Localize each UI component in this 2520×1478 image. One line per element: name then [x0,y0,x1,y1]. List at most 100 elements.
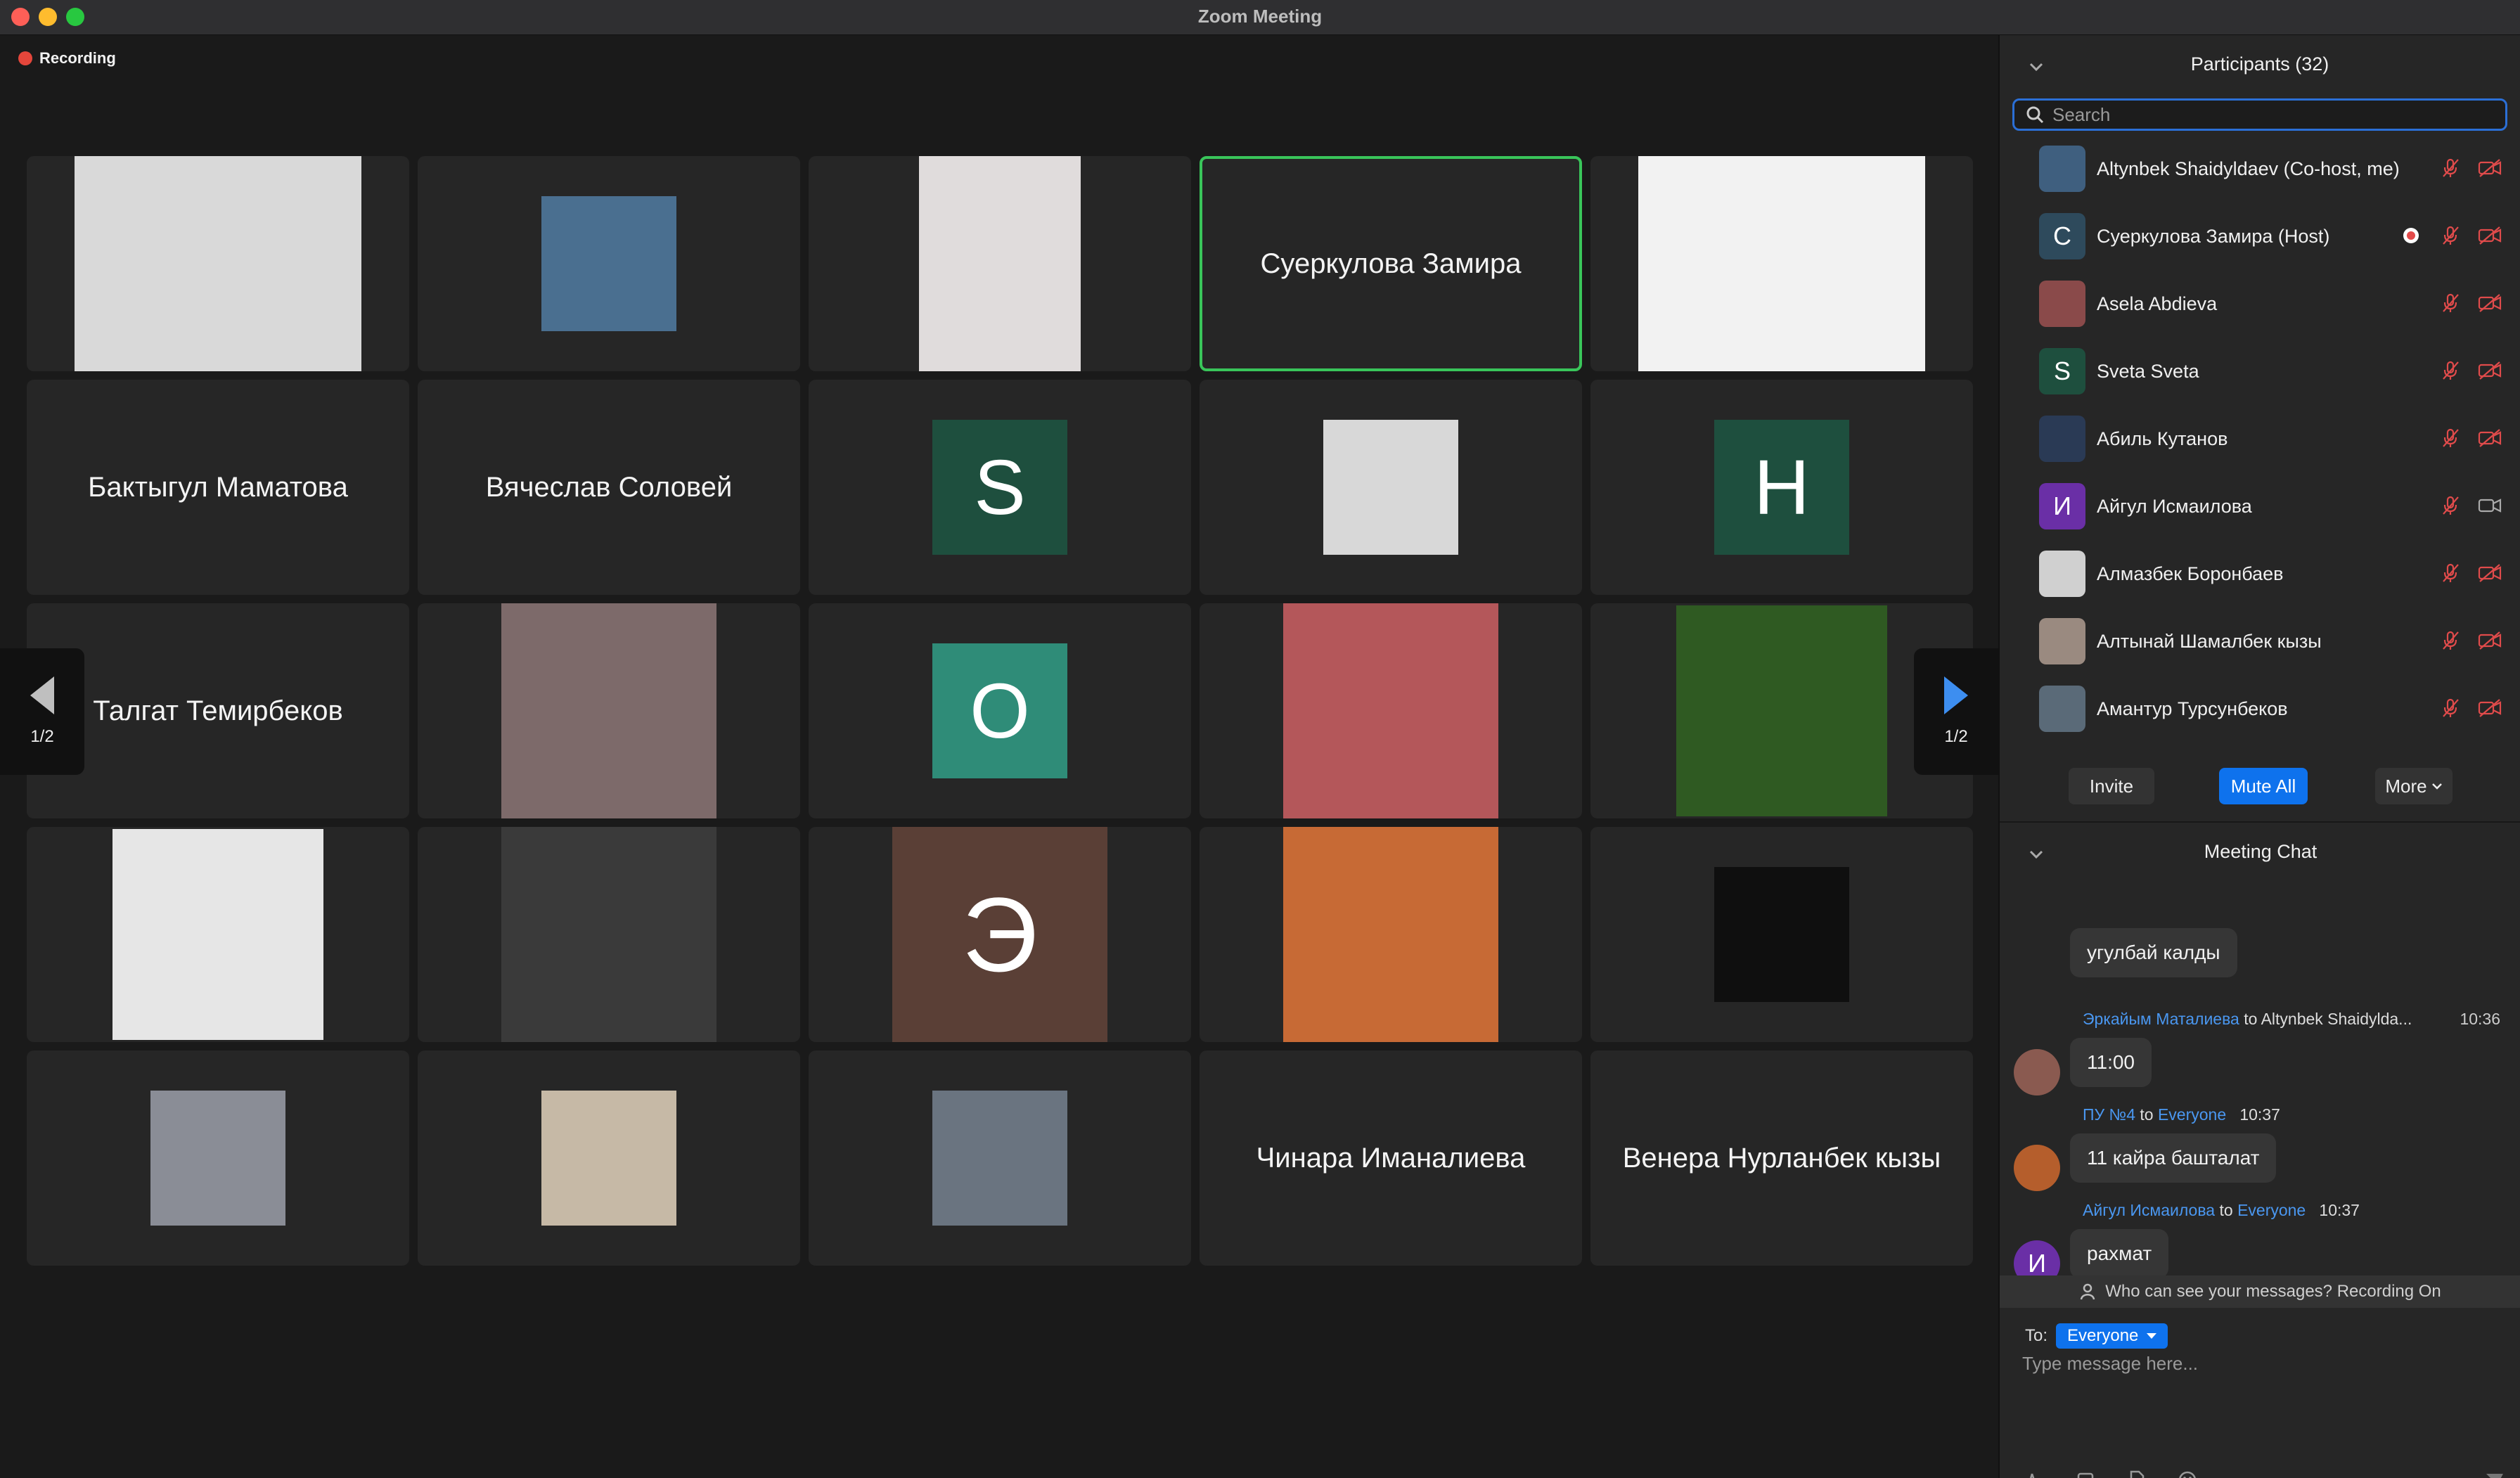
video-tile[interactable] [809,1050,1191,1266]
participant-initial-avatar: Э [892,827,1107,1042]
participant-initial-avatar: H [1714,420,1849,555]
video-tile[interactable] [1200,603,1582,818]
participants-header: Participants (32) [2000,35,2520,93]
mic-muted-icon[interactable] [2440,428,2461,449]
format-icon[interactable] [2025,1470,2046,1478]
camera-off-icon[interactable] [2478,226,2502,245]
participant-name: Altynbek Shaidyldaev (Co-host, me) [2097,158,2400,179]
video-tile[interactable] [809,156,1191,371]
chat-message-meta: Айгул Исмаилова to Everyone 10:37 [2083,1201,2360,1220]
camera-icon[interactable] [2478,496,2502,515]
video-tile[interactable] [1590,827,1973,1042]
video-tile[interactable]: Чинара Иманалиева [1200,1050,1582,1266]
video-tile[interactable]: Э [809,827,1191,1042]
chat-visibility-notice[interactable]: Who can see your messages? Recording On [2000,1275,2520,1308]
next-page-button[interactable]: 1/2 [1914,648,1998,775]
file-icon[interactable] [2126,1470,2147,1478]
participant-name-label: Чинара Иманалиева [1256,1142,1526,1174]
video-tile[interactable]: O [809,603,1191,818]
mic-muted-icon[interactable] [2440,225,2461,246]
participant-row[interactable]: Altynbek Shaidyldaev (Co-host, me) [2000,135,2520,203]
camera-off-icon[interactable] [2478,698,2502,718]
video-tile[interactable] [27,156,409,371]
participant-video-image [501,827,716,1042]
participant-video-image [150,1091,285,1226]
camera-off-icon[interactable] [2478,631,2502,650]
chat-sender[interactable]: ПУ №4 [2083,1105,2135,1124]
camera-off-icon[interactable] [2478,361,2502,380]
participant-search-input[interactable] [2052,103,2474,126]
participant-row[interactable]: Абиль Кутанов [2000,405,2520,473]
participant-row[interactable]: И Айгул Исмаилова [2000,473,2520,540]
participant-status-icons [2423,360,2502,381]
participant-video-image [75,156,361,371]
chat-message-input[interactable] [2022,1353,2486,1375]
participant-row[interactable]: Амантур Турсунбеков [2000,675,2520,743]
participant-video-image [1323,420,1458,555]
video-tile[interactable] [27,827,409,1042]
camera-off-icon[interactable] [2478,158,2502,178]
emoji-icon[interactable] [2177,1470,2198,1478]
chat-sender[interactable]: Айгул Исмаилова [2083,1201,2215,1219]
video-tile[interactable] [1200,827,1582,1042]
video-tile[interactable] [1590,156,1973,371]
video-tile[interactable]: Вячеслав Соловей [418,380,800,595]
more-options-icon[interactable] [2228,1470,2249,1478]
participant-row[interactable]: Алмазбек Боронбаев [2000,540,2520,608]
video-tile[interactable] [27,1050,409,1266]
video-tile[interactable]: S [809,380,1191,595]
collapse-participants-chevron-icon[interactable] [2029,55,2043,77]
mic-muted-icon[interactable] [2440,360,2461,381]
video-tile[interactable] [418,603,800,818]
recording-status-icon [2403,228,2419,243]
to-label: To: [2025,1326,2048,1345]
video-tile[interactable]: Суеркулова Замира [1200,156,1582,371]
mute-all-button[interactable]: Mute All [2219,768,2308,804]
video-tile[interactable] [418,156,800,371]
participant-search-box[interactable] [2012,98,2507,131]
participant-status-icons [2423,293,2502,314]
participant-avatar [2039,686,2085,732]
mic-muted-icon[interactable] [2440,630,2461,651]
window-title: Zoom Meeting [1197,6,1323,27]
collapse-chat-chevron-icon[interactable] [2029,842,2043,864]
recording-indicator: Recording [18,49,116,68]
participant-row[interactable]: Алтынай Шамалбек кызы [2000,608,2520,675]
participant-row[interactable]: С Суеркулова Замира (Host) [2000,203,2520,270]
screenshot-icon[interactable] [2076,1470,2097,1478]
participant-row[interactable]: Asela Abdieva [2000,270,2520,338]
send-icon[interactable] [2485,1471,2505,1478]
previous-page-button[interactable]: 1/2 [0,648,84,775]
camera-off-icon[interactable] [2478,428,2502,448]
participant-video-image [112,829,323,1040]
mic-muted-icon[interactable] [2440,563,2461,584]
mic-muted-icon[interactable] [2440,698,2461,719]
video-tile[interactable]: Бактыгул Маматова [27,380,409,595]
mic-muted-icon[interactable] [2440,293,2461,314]
participant-video-image [1714,867,1849,1002]
chat-notice-text: Who can see your messages? Recording On [2105,1282,2441,1301]
chat-sender[interactable]: Эркайым Маталиева [2083,1010,2239,1028]
participant-name-label: Талгат Темирбеков [93,695,343,726]
video-tile[interactable]: H [1590,380,1973,595]
mic-muted-icon[interactable] [2440,495,2461,516]
camera-off-icon[interactable] [2478,563,2502,583]
more-button[interactable]: More [2375,768,2452,804]
page-indicator-left: 1/2 [30,727,54,746]
video-tile[interactable] [1200,380,1582,595]
video-tile[interactable] [418,1050,800,1266]
participant-name: Алтынай Шамалбек кызы [2097,630,2322,652]
invite-button[interactable]: Invite [2069,768,2154,804]
mic-muted-icon[interactable] [2440,158,2461,179]
participant-status-icons [2386,225,2502,246]
camera-off-icon[interactable] [2478,293,2502,313]
video-tile[interactable] [418,827,800,1042]
participant-row[interactable]: S Sveta Sveta [2000,338,2520,405]
recipient-dropdown[interactable]: Everyone [2056,1323,2168,1349]
participant-avatar [2039,416,2085,462]
video-tile[interactable]: Венера Нурланбек кызы [1590,1050,1973,1266]
chat-title: Meeting Chat [2204,840,2318,862]
participant-status-icons [2423,563,2502,584]
chat-to-word: to [2244,1010,2258,1028]
chat-toolbar [2025,1470,2278,1478]
